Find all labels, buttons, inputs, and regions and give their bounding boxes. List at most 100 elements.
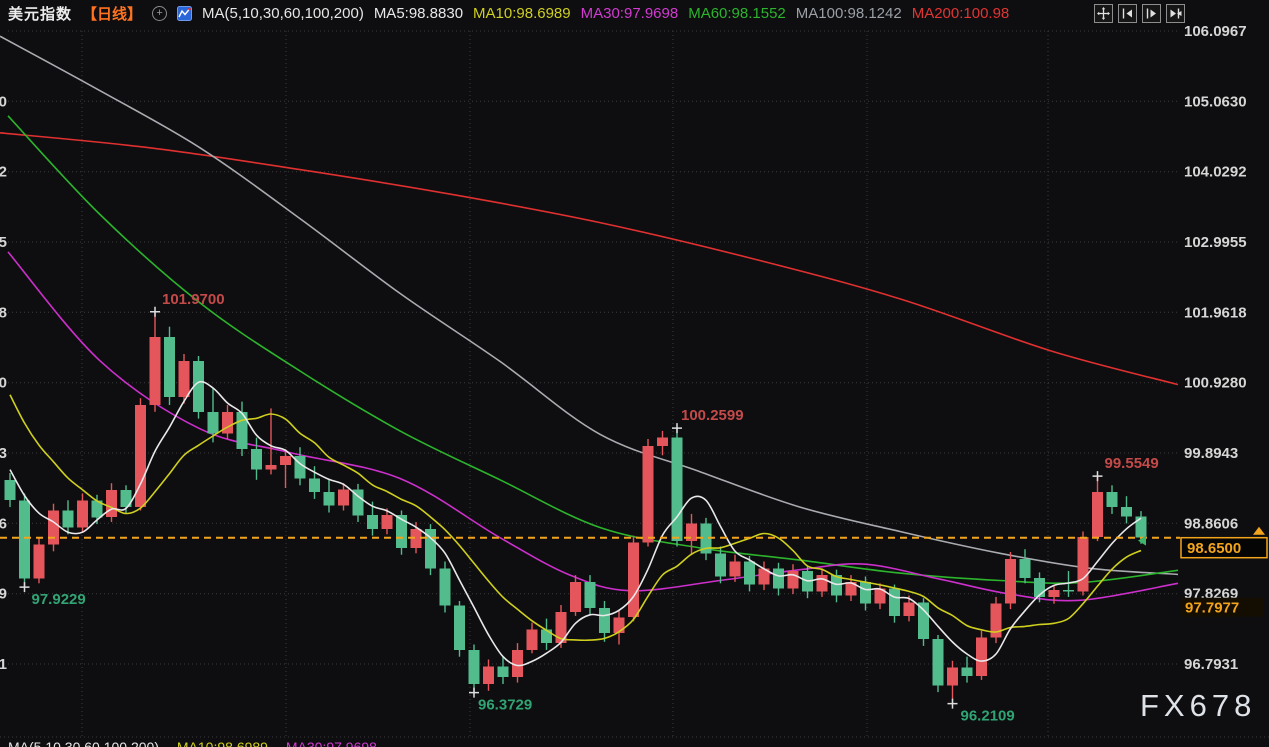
candle-body bbox=[512, 650, 523, 677]
next-pane-clipped-header: MA(5,10,30,60,100,200) MA10:98.6989 MA30… bbox=[0, 739, 1269, 747]
candle-body bbox=[106, 490, 117, 517]
price-annotation: 96.3729 bbox=[478, 697, 532, 714]
axis-tick-label: 101.9618 bbox=[1184, 304, 1247, 321]
circle-plus-icon[interactable]: + bbox=[152, 6, 167, 21]
candle-body bbox=[367, 515, 378, 529]
candle-body bbox=[730, 562, 741, 577]
price-annotation: 101.9700 bbox=[162, 291, 225, 308]
candle-body bbox=[1107, 492, 1118, 507]
axis-left-clipped-digit: 3 bbox=[0, 445, 7, 462]
ma-line-ma5 bbox=[10, 382, 1141, 666]
axis-tick-label: 96.7931 bbox=[1184, 656, 1238, 673]
candle-body bbox=[527, 630, 538, 650]
period-label[interactable]: 【日线】 bbox=[82, 3, 142, 24]
candle-body bbox=[1049, 590, 1060, 597]
ma30-value: MA30:97.9698 bbox=[581, 5, 679, 22]
ma60-value: MA60:98.1552 bbox=[688, 5, 786, 22]
candle-body bbox=[440, 568, 451, 605]
extreme-cross-marker bbox=[20, 582, 30, 592]
chart-header: 美元指数 【日线】 + MA(5,10,30,60,100,200) MA5:9… bbox=[0, 0, 1269, 26]
candle-body bbox=[150, 337, 161, 405]
axis-left-clipped-digit: 0 bbox=[0, 93, 7, 110]
axis-tick-label: 99.8943 bbox=[1184, 445, 1238, 462]
candle-body bbox=[541, 630, 552, 644]
ma-params-label: MA(5,10,30,60,100,200) bbox=[202, 5, 364, 22]
candle-body bbox=[599, 608, 610, 633]
candle-body bbox=[570, 582, 581, 612]
candle-body bbox=[889, 589, 900, 616]
pan-icon[interactable] bbox=[1094, 4, 1113, 23]
candle-body bbox=[773, 568, 784, 588]
candle-body bbox=[48, 511, 59, 545]
candle-body bbox=[5, 480, 16, 500]
candle-body bbox=[77, 500, 88, 527]
candle-body bbox=[1020, 559, 1031, 578]
footer-ma30: MA30:97.9698 bbox=[286, 739, 377, 747]
axis-left-clipped-digit: 9 bbox=[0, 586, 7, 603]
axis-tick-label: 102.9955 bbox=[1184, 234, 1247, 251]
candle-body bbox=[454, 606, 465, 650]
candle-body bbox=[208, 412, 219, 434]
candle-body bbox=[63, 511, 74, 528]
price-annotation: 99.5549 bbox=[1105, 455, 1159, 472]
ma-lines-slow bbox=[0, 36, 1178, 601]
axis-tick-label: 105.0630 bbox=[1184, 93, 1247, 110]
candle-body bbox=[1121, 507, 1132, 516]
price-annotation: 97.9229 bbox=[32, 591, 86, 608]
gridlines bbox=[0, 31, 1269, 737]
candle-body bbox=[744, 562, 755, 585]
candle-body bbox=[164, 337, 175, 397]
candle-body bbox=[918, 602, 929, 639]
candle-body bbox=[309, 479, 320, 493]
candle-body bbox=[976, 638, 987, 676]
candle-body bbox=[280, 456, 291, 465]
candle-body bbox=[483, 666, 494, 684]
candle-body bbox=[1005, 559, 1016, 604]
candle-body bbox=[498, 666, 509, 677]
candle-body bbox=[947, 668, 958, 686]
candle-body bbox=[19, 500, 30, 578]
line-chart-icon bbox=[177, 6, 192, 21]
candle-body bbox=[904, 602, 915, 616]
candle-body bbox=[962, 668, 973, 676]
candle-body bbox=[1136, 517, 1147, 538]
extreme-cross-marker bbox=[1093, 471, 1103, 481]
axis-left-clipped-digit: 2 bbox=[0, 164, 7, 181]
axis-tick-label: 98.8606 bbox=[1184, 515, 1238, 532]
candle-body bbox=[817, 575, 828, 591]
ma-line-ma200 bbox=[0, 133, 1178, 385]
secondary-price-label: 97.7977 bbox=[1185, 600, 1239, 617]
scroll-left-icon[interactable] bbox=[1118, 4, 1137, 23]
candle-body bbox=[34, 545, 45, 579]
axis-left-clipped-digit: 1 bbox=[0, 656, 7, 673]
candle-body bbox=[1092, 492, 1103, 537]
price-chart-canvas[interactable]: 101.970097.922996.3729100.259996.210999.… bbox=[0, 0, 1269, 747]
candle-body bbox=[179, 361, 190, 397]
axis-tick-label: 100.9280 bbox=[1184, 375, 1247, 392]
symbol-name: 美元指数 bbox=[8, 3, 72, 24]
candle-body bbox=[614, 617, 625, 633]
candle-body bbox=[1078, 537, 1089, 591]
footer-ma-params: MA(5,10,30,60,100,200) bbox=[8, 739, 159, 747]
candle-body bbox=[643, 446, 654, 543]
candle-body bbox=[266, 465, 277, 470]
candle-body bbox=[628, 542, 639, 617]
scroll-right-icon[interactable] bbox=[1142, 4, 1161, 23]
price-up-arrow-icon bbox=[1253, 527, 1265, 535]
candles-layer bbox=[5, 312, 1147, 704]
candle-body bbox=[251, 449, 262, 469]
candle-body bbox=[860, 582, 871, 604]
footer-ma10: MA10:98.6989 bbox=[177, 739, 268, 747]
ma-line-ma60 bbox=[8, 116, 1178, 583]
axis-tick-label: 104.0292 bbox=[1184, 164, 1247, 181]
candle-body bbox=[1063, 590, 1074, 592]
axis-left-clipped-digit: 6 bbox=[0, 515, 7, 532]
jump-latest-icon[interactable] bbox=[1166, 4, 1185, 23]
price-annotation: 100.2599 bbox=[681, 407, 744, 424]
candle-body bbox=[788, 571, 799, 589]
extreme-cross-marker bbox=[948, 699, 958, 709]
candle-body bbox=[715, 553, 726, 576]
candle-body bbox=[338, 489, 349, 505]
chart-toolbar bbox=[1094, 4, 1185, 23]
candle-body bbox=[222, 412, 233, 434]
